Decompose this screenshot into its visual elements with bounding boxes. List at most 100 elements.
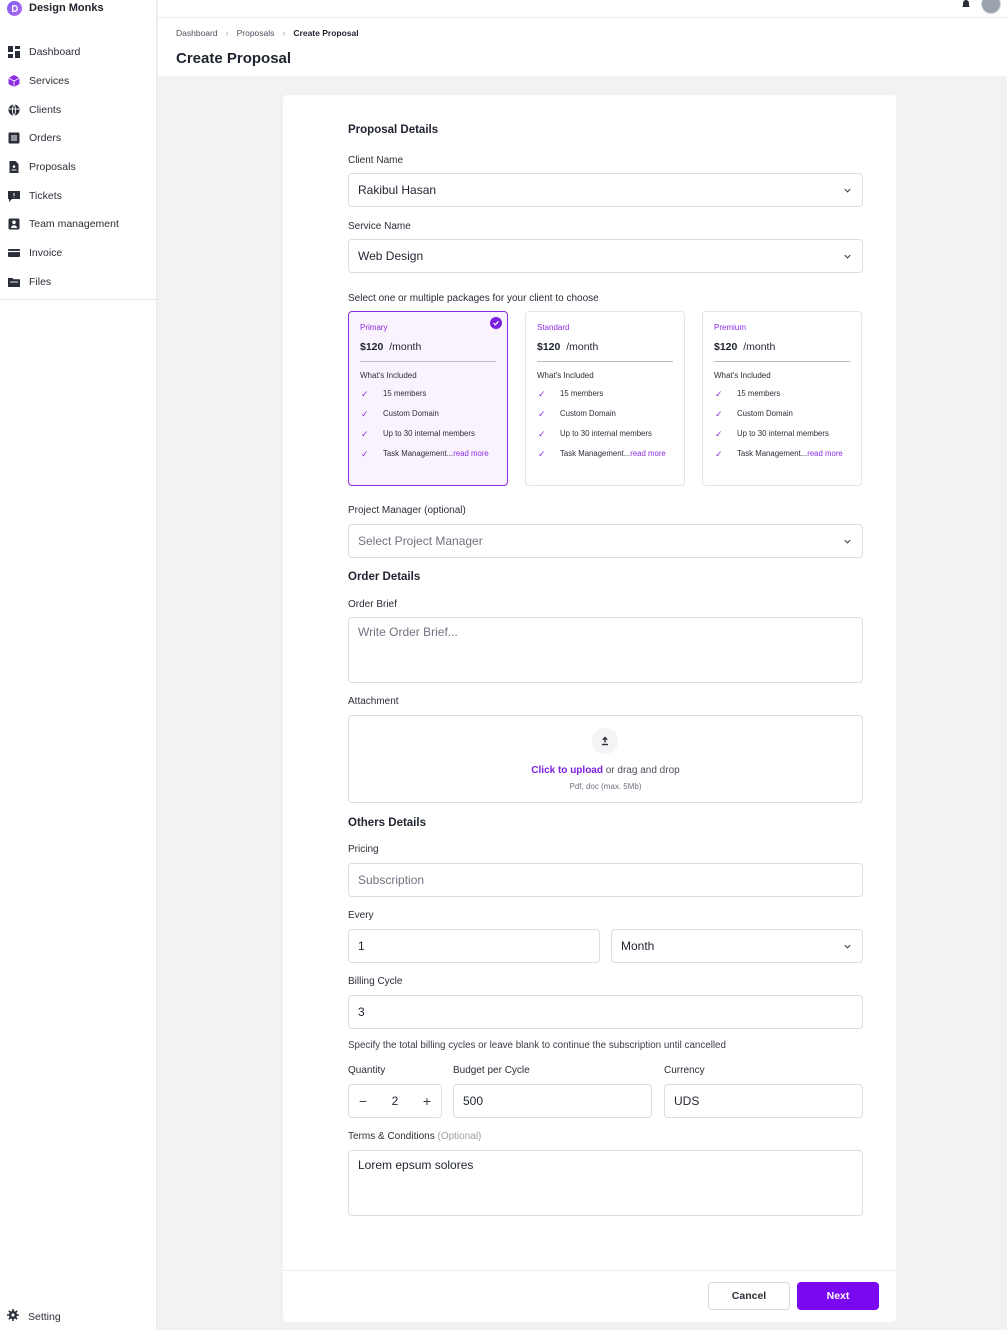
terms-label: Terms & Conditions (Optional) [348,1131,481,1142]
sidebar-nav: Dashboard Services Clients Orders Propos… [0,38,157,296]
feature-text: Task Management... [383,449,454,458]
cube-icon [7,75,20,88]
every-label: Every [348,910,374,921]
project-manager-select[interactable]: Select Project Manager [348,524,863,558]
checkmark-icon: ✓ [538,449,546,459]
breadcrumb: Dashboard › Proposals › Create Proposal [176,28,359,38]
feature-text: Custom Domain [560,409,616,418]
order-brief-textarea[interactable]: Write Order Brief... [348,617,863,683]
checkmark-icon: ✓ [715,449,723,459]
sidebar-item-orders[interactable]: Orders [0,124,157,153]
chevron-right-icon: › [225,28,229,38]
package-card-standard[interactable]: Standard $120 /month What's Included ✓ 15… [525,311,685,486]
gear-icon [7,1308,19,1326]
currency-input[interactable]: UDS [664,1084,863,1118]
sidebar-item-dashboard[interactable]: Dashboard [0,38,157,67]
sidebar-item-files[interactable]: Files [0,268,157,297]
checkmark-icon: ✓ [538,429,546,439]
feature-item: ✓ Task Management...read more [714,448,850,460]
sidebar-item-label: Services [29,75,70,88]
sidebar-item-team-management[interactable]: Team management [0,210,157,239]
chevron-down-icon [844,188,851,193]
read-more-link[interactable]: read more [453,449,489,458]
sidebar-item-services[interactable]: Services [0,67,157,96]
project-manager-label: Project Manager (optional) [348,505,466,516]
setting-label: Setting [28,1311,61,1323]
upload-instructions: Click to upload or drag and drop [349,765,862,776]
feature-text: Up to 30 internal members [383,429,475,438]
package-price: $120 /month [360,341,496,362]
breadcrumb-dashboard[interactable]: Dashboard [176,28,218,38]
checkmark-icon: ✓ [538,409,546,419]
sidebar-item-setting[interactable]: Setting [7,1308,61,1326]
sidebar-item-clients[interactable]: Clients [0,95,157,124]
checkmark-icon: ✓ [361,389,369,399]
billing-cycle-input[interactable]: 3 [348,995,863,1029]
header-divider [158,17,1007,18]
pricing-input[interactable]: Subscription [348,863,863,897]
sidebar-item-label: Proposals [29,161,76,174]
packages-label: Select one or multiple packages for your… [348,293,599,304]
bell-icon[interactable] [961,0,971,9]
package-card-primary[interactable]: Primary $120 /month What's Included ✓ 15 … [348,311,508,486]
section-title-order-details: Order Details [348,571,421,583]
checkmark-icon: ✓ [715,389,723,399]
section-title-others-details: Others Details [348,817,426,829]
avatar[interactable] [981,0,1001,14]
sidebar-item-label: Dashboard [29,46,81,59]
price-period: /month [389,341,422,353]
checkmark-icon: ✓ [715,409,723,419]
read-more-link[interactable]: read more [807,449,843,458]
feature-text: Up to 30 internal members [560,429,652,438]
chevron-down-icon [844,539,851,544]
feature-text: 15 members [737,389,781,398]
brand[interactable]: Design Monks [7,0,104,16]
price-amount: $120 [360,341,384,353]
client-name-value: Rakibul Hasan [358,183,437,197]
service-name-select[interactable]: Web Design [348,239,863,273]
top-right-icons [961,0,1001,14]
sidebar: Design Monks Dashboard Services Clients … [0,0,157,1330]
document-icon [7,161,20,174]
every-unit-select[interactable]: Month [611,929,863,963]
breadcrumb-proposals[interactable]: Proposals [237,28,275,38]
upload-hint: Pdf, doc (max. 5Mb) [569,782,642,791]
client-name-label: Client Name [348,155,404,166]
client-name-select[interactable]: Rakibul Hasan [348,173,863,207]
price-period: /month [743,341,776,353]
project-manager-placeholder: Select Project Manager [358,534,483,548]
upload-drag-text: or drag and drop [602,765,680,776]
feature-item: ✓ 15 members [714,388,850,400]
currency-label: Currency [664,1065,705,1076]
attachment-label: Attachment [348,696,399,707]
sidebar-item-label: Orders [29,132,62,145]
file-upload-dropzone[interactable]: Click to upload or drag and drop Pdf, do… [348,715,863,803]
sidebar-item-tickets[interactable]: Tickets [0,181,157,210]
checkmark-icon: ✓ [538,389,546,399]
feature-item: ✓ Up to 30 internal members [537,428,673,440]
read-more-link[interactable]: read more [630,449,666,458]
minus-icon[interactable]: − [359,1093,367,1109]
package-price: $120 /month [537,341,673,362]
feature-item: ✓ Up to 30 internal members [714,428,850,440]
sidebar-item-invoice[interactable]: Invoice [0,239,157,268]
checkmark-icon: ✓ [361,449,369,459]
sidebar-item-proposals[interactable]: Proposals [0,153,157,182]
package-card-premium[interactable]: Premium $120 /month What's Included ✓ 15 … [702,311,862,486]
terms-textarea[interactable]: Lorem epsum solores [348,1150,863,1216]
cancel-button[interactable]: Cancel [708,1282,790,1310]
click-to-upload-link[interactable]: Click to upload [531,765,603,776]
next-button[interactable]: Next [797,1282,879,1310]
sidebar-item-label: Team management [29,218,119,231]
billing-cycle-help: Specify the total billing cycles or leav… [348,1040,726,1051]
budget-input[interactable]: 500 [453,1084,652,1118]
footer-divider [283,1270,896,1271]
feature-item: ✓ Custom Domain [537,408,673,420]
every-input[interactable]: 1 [348,929,600,963]
ticket-icon [7,189,20,202]
quantity-stepper[interactable]: − 2 + [348,1084,442,1118]
plus-icon[interactable]: + [423,1093,431,1109]
folder-icon [7,275,20,288]
upload-icon [592,728,618,754]
feature-text: Custom Domain [737,409,793,418]
